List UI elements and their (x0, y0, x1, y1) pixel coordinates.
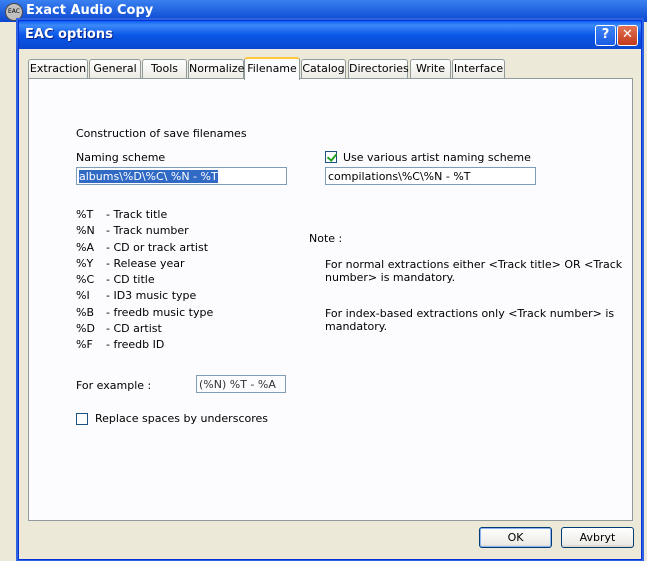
various-artist-label: Use various artist naming scheme (343, 151, 531, 164)
placeholder-code: %T (76, 208, 94, 221)
example-value: (%N) %T - %A (199, 378, 276, 391)
placeholder-desc: - freedb music type (106, 306, 214, 319)
tab-general[interactable]: General (89, 59, 141, 78)
tab-write[interactable]: Write (410, 59, 451, 78)
placeholder-code: %D (76, 322, 95, 335)
cancel-button[interactable]: Avbryt (561, 527, 634, 548)
placeholder-desc: - Track title (106, 208, 168, 221)
note-text-1a: For normal extractions either <Track tit… (325, 258, 623, 271)
placeholder-desc: - CD title (106, 273, 155, 286)
tab-directories[interactable]: Directories (348, 59, 409, 78)
placeholder-code: %F (76, 338, 93, 351)
background-toolbar (0, 22, 19, 561)
help-button[interactable]: ? (595, 25, 616, 46)
example-label: For example : (76, 379, 152, 392)
tab-interface[interactable]: Interface (452, 59, 505, 78)
placeholder-desc: - Track number (106, 224, 189, 237)
placeholder-code: %I (76, 289, 90, 302)
tab-filename[interactable]: Filename (244, 57, 300, 80)
placeholder-desc: - Release year (106, 257, 185, 270)
background-titlebar: EAC Exact Audio Copy (0, 0, 647, 22)
placeholder-desc: - ID3 music type (106, 289, 197, 302)
tab-catalog[interactable]: Catalog (301, 59, 346, 78)
ok-button[interactable]: OK (479, 527, 552, 548)
placeholder-code: %B (76, 306, 94, 319)
tab-extraction[interactable]: Extraction (28, 59, 88, 78)
section-title: Construction of save filenames (76, 127, 247, 140)
filename-panel: Construction of save filenames Naming sc… (28, 78, 633, 521)
placeholder-code: %C (76, 273, 95, 286)
note-text-2a: For index-based extractions only <Track … (325, 307, 615, 320)
various-artist-checkbox[interactable] (325, 151, 337, 163)
various-artist-value: compilations\%C\%N - %T (328, 170, 471, 183)
replace-spaces-checkbox[interactable] (76, 413, 88, 425)
placeholder-code: %Y (76, 257, 94, 270)
close-button[interactable]: ✕ (617, 25, 638, 46)
naming-scheme-input[interactable]: albums\%D\%C\ %N - %T (76, 167, 287, 185)
replace-spaces-label: Replace spaces by underscores (95, 412, 268, 425)
various-artist-input[interactable]: compilations\%C\%N - %T (325, 167, 536, 185)
placeholder-code: %N (76, 224, 95, 237)
note-label: Note : (309, 232, 343, 245)
background-title: Exact Audio Copy (26, 3, 154, 18)
note-text-2b: mandatory. (325, 320, 388, 333)
options-dialog: EAC options ? ✕ Extraction General Tools… (18, 20, 642, 560)
tab-tools[interactable]: Tools (142, 59, 187, 78)
example-field: (%N) %T - %A (196, 375, 286, 393)
placeholder-code: %A (76, 241, 94, 254)
placeholder-desc: - CD artist (106, 322, 162, 335)
naming-scheme-label: Naming scheme (76, 151, 166, 164)
placeholder-desc: - freedb ID (106, 338, 165, 351)
dialog-titlebar: EAC options ? ✕ (19, 21, 641, 49)
naming-scheme-value: albums\%D\%C\ %N - %T (79, 170, 218, 183)
placeholder-desc: - CD or track artist (106, 241, 209, 254)
eac-logo-icon: EAC (5, 3, 23, 21)
tab-normalize[interactable]: Normalize (188, 59, 244, 78)
note-text-1b: number> is mandatory. (325, 271, 456, 284)
dialog-title: EAC options (25, 27, 113, 42)
